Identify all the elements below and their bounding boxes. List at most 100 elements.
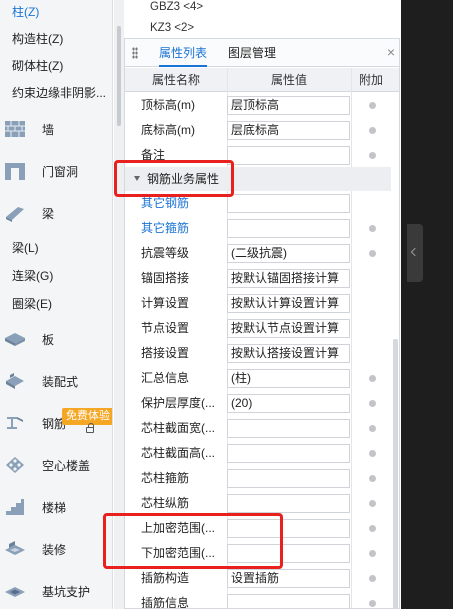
property-value-field[interactable]: 设置插筋	[227, 569, 350, 588]
property-row[interactable]: 保护层厚度(... (20)	[125, 391, 399, 416]
nav-category-label: 梁	[42, 206, 55, 221]
slab-icon	[2, 326, 28, 352]
nav-scrollbar-thumb[interactable]	[117, 26, 121, 126]
property-row[interactable]: 汇总信息 (柱)	[125, 366, 399, 391]
property-value-field[interactable]: 按默认锚固搭接计算	[227, 269, 350, 288]
nav-scrollbar[interactable]	[114, 0, 124, 609]
property-name: 插筋信息	[141, 596, 190, 609]
property-value-field[interactable]	[227, 469, 350, 488]
extra-flag-dot[interactable]	[369, 152, 376, 159]
extra-flag-dot[interactable]	[369, 375, 376, 382]
extra-flag-dot[interactable]	[369, 550, 376, 557]
rebar-properties-group[interactable]: 钢筋业务属性	[125, 167, 391, 191]
property-row[interactable]: 顶标高(m) 层顶标高	[125, 93, 399, 118]
extra-flag-dot[interactable]	[369, 225, 376, 232]
extra-flag-dot[interactable]	[369, 500, 376, 507]
nav-item-masonry-column[interactable]: 砌体柱(Z)	[0, 54, 112, 78]
nav-category-prefab[interactable]: 装配式	[0, 364, 112, 398]
extra-flag-dot[interactable]	[369, 475, 376, 482]
nav-category-beam[interactable]: 梁	[0, 196, 112, 230]
property-name: 顶标高(m)	[141, 98, 195, 112]
free-trial-badge: 免费体验	[62, 408, 112, 425]
property-value-field[interactable]	[227, 419, 350, 438]
panel-scrollbar[interactable]	[393, 339, 398, 608]
property-row[interactable]: 上加密范围(...	[125, 516, 399, 541]
property-value-field[interactable]: 按默认节点设置计算	[227, 319, 350, 338]
property-row[interactable]: 芯柱截面高(...	[125, 441, 399, 466]
property-name: 抗震等级	[141, 246, 190, 260]
property-name: 芯柱截面高(...	[141, 446, 215, 460]
property-value-field[interactable]: 层底标高	[227, 121, 350, 140]
close-icon[interactable]: ×	[387, 44, 395, 60]
property-row[interactable]: 备注	[125, 143, 399, 168]
property-value-field[interactable]	[227, 544, 350, 563]
nav-category-label: 楼梯	[42, 500, 67, 515]
property-row[interactable]: 插筋构造 设置插筋	[125, 566, 399, 591]
nav-item-column[interactable]: 柱(Z)	[0, 0, 112, 24]
property-value-field[interactable]: 按默认搭接设置计算	[227, 344, 350, 363]
component-list-item[interactable]: GBZ3 <4>	[150, 1, 203, 13]
property-value-field[interactable]	[227, 494, 350, 513]
collapse-triangle-icon[interactable]	[134, 176, 140, 181]
property-row[interactable]: 其它钢筋	[125, 191, 399, 216]
stairs-icon	[2, 494, 28, 520]
property-row[interactable]: 搭接设置 按默认搭接设置计算	[125, 341, 399, 366]
property-value-field[interactable]: (二级抗震)	[227, 244, 350, 263]
nav-category-wall[interactable]: 墙	[0, 112, 112, 146]
property-row[interactable]: 抗震等级 (二级抗震)	[125, 241, 399, 266]
nav-category-decoration[interactable]: 装修	[0, 532, 112, 566]
nav-category-label: 墙	[42, 122, 55, 137]
extra-flag-dot[interactable]	[369, 525, 376, 532]
property-value-field[interactable]: 按默认计算设置计算	[227, 294, 350, 313]
tab-layer-management[interactable]: 图层管理	[228, 39, 276, 67]
property-row[interactable]: 底标高(m) 层底标高	[125, 118, 399, 143]
nav-category-label: 装配式	[42, 374, 79, 389]
extra-flag-dot[interactable]	[369, 575, 376, 582]
nav-item-beam[interactable]: 梁(L)	[0, 236, 112, 260]
property-row[interactable]: 锚固搭接 按默认锚固搭接计算	[125, 266, 399, 291]
property-value-field[interactable]: (20)	[227, 394, 350, 413]
column-header-name: 属性名称	[151, 73, 200, 87]
property-row[interactable]: 插筋信息	[125, 591, 399, 609]
property-row[interactable]: 其它箍筋	[125, 216, 399, 241]
property-value-field[interactable]	[227, 146, 350, 165]
property-name[interactable]: 其它钢筋	[141, 191, 227, 216]
property-name[interactable]: 其它箍筋	[141, 216, 227, 241]
property-value-field[interactable]: (柱)	[227, 369, 350, 388]
property-row[interactable]: 下加密范围(...	[125, 541, 399, 566]
nav-category-door-window[interactable]: 门窗洞	[0, 154, 112, 188]
nav-category-label: 装修	[42, 542, 67, 557]
property-value-field[interactable]	[227, 219, 350, 238]
tab-property-list[interactable]: 属性列表	[159, 39, 208, 67]
nav-category-hollow-floor[interactable]: 空心楼盖	[0, 448, 112, 482]
property-value-field[interactable]	[227, 519, 350, 538]
property-value-field[interactable]	[227, 444, 350, 463]
nav-item-constructional-column[interactable]: 构造柱(Z)	[0, 27, 112, 51]
nav-item-boundary-element[interactable]: 约束边缘非阴影...	[0, 81, 112, 105]
nav-category-foundation-pit[interactable]: 基坑支护	[0, 574, 112, 608]
expand-handle-icon[interactable]	[407, 224, 423, 282]
extra-flag-dot[interactable]	[369, 600, 376, 607]
nav-category-stairs[interactable]: 楼梯	[0, 490, 112, 524]
door-window-icon	[2, 158, 28, 184]
extra-flag-dot[interactable]	[369, 127, 376, 134]
nav-item-coupling-beam[interactable]: 连梁(G)	[0, 264, 112, 288]
extra-flag-dot[interactable]	[369, 250, 376, 257]
property-name: 计算设置	[141, 296, 190, 310]
property-row[interactable]: 芯柱箍筋	[125, 466, 399, 491]
component-list-item[interactable]: KZ3 <2>	[150, 22, 194, 34]
extra-flag-dot[interactable]	[369, 450, 376, 457]
extra-flag-dot[interactable]	[369, 102, 376, 109]
property-row[interactable]: 芯柱纵筋	[125, 491, 399, 516]
property-row[interactable]: 节点设置 按默认节点设置计算	[125, 316, 399, 341]
property-value-field[interactable]	[227, 194, 350, 213]
property-row[interactable]: 芯柱截面宽(...	[125, 416, 399, 441]
drag-grip-icon[interactable]	[132, 47, 138, 59]
extra-flag-dot[interactable]	[369, 425, 376, 432]
property-value-field[interactable]	[227, 594, 350, 608]
property-value-field[interactable]: 层顶标高	[227, 96, 350, 115]
nav-category-slab[interactable]: 板	[0, 322, 112, 356]
nav-item-ring-beam[interactable]: 圈梁(E)	[0, 292, 112, 316]
extra-flag-dot[interactable]	[369, 400, 376, 407]
property-row[interactable]: 计算设置 按默认计算设置计算	[125, 291, 399, 316]
